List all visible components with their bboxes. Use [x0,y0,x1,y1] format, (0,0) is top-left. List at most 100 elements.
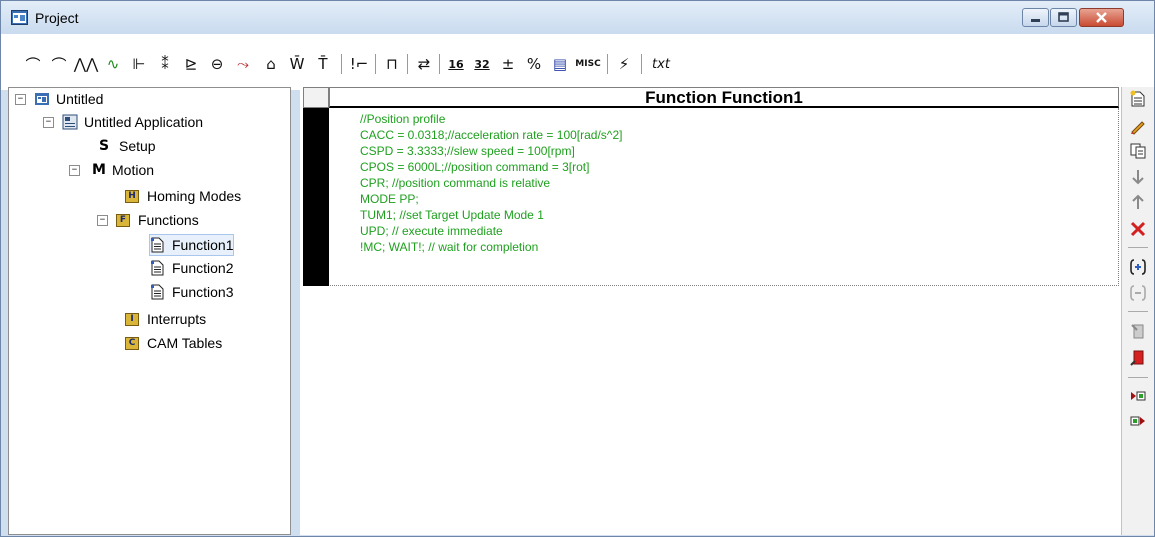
expander-icon[interactable]: − [15,93,26,105]
close-icon [1096,12,1107,23]
tree-item-homing-modes[interactable]: H Homing Modes [125,186,241,206]
expander-icon[interactable]: − [43,116,54,128]
contouring-button[interactable]: W̄ [285,52,309,76]
electronic-gearing-button[interactable]: ⁑ [153,52,177,76]
project-icon [35,93,49,105]
editor-corner [303,87,329,108]
assignment-32-button[interactable]: 32 [471,52,493,76]
function-document-icon [151,260,164,276]
test-button[interactable]: T̄ [311,52,335,76]
delete-button[interactable] [1122,217,1154,241]
move-down-button[interactable] [1122,165,1154,189]
jumps-calls-button[interactable]: ⊓ [381,52,403,76]
tree-label: Function3 [172,284,234,300]
code-line[interactable]: CACC = 0.0318;//acceleration rate = 100[… [360,127,622,143]
function-document-icon [151,237,164,253]
tree-item-function3[interactable]: Function3 [150,282,233,302]
functions-folder-icon: F [116,213,130,227]
misc-button[interactable]: MISC [573,52,603,76]
play-left-button[interactable] [1122,384,1154,408]
function-document-icon [151,284,164,300]
duplicate-button[interactable] [1122,139,1154,163]
electronic-camming-button[interactable]: ⊵ [179,52,203,76]
side-separator [1128,377,1148,378]
homing-button[interactable]: ⌂ [259,52,283,76]
tree-item-application[interactable]: − Untitled Application [43,112,203,132]
code-line[interactable]: MODE PP; [360,191,419,207]
play-right-button[interactable] [1122,409,1154,433]
tree-label: Untitled [56,91,104,107]
code-line[interactable]: TUM1; //set Target Update Mode 1 [360,207,544,223]
trapezoidal-profile-button[interactable]: ⌒ [21,52,45,76]
disabled-button[interactable] [1122,319,1154,343]
remove-call-icon [1130,285,1146,301]
toolbar-separator [439,54,440,74]
io-button[interactable]: ⇄ [413,52,435,76]
motion-icon: M [92,162,106,178]
remove-call-button[interactable] [1122,281,1154,305]
side-separator [1128,247,1148,248]
move-up-button[interactable] [1122,190,1154,214]
insert-call-button[interactable] [1122,255,1154,279]
code-line[interactable]: CPOS = 6000L;//position command = 3[rot] [360,159,589,175]
minimize-button[interactable] [1022,8,1049,27]
tree-item-untitled[interactable]: − Untitled [15,89,103,109]
pvt-profile-button[interactable]: ∿ [101,52,125,76]
tree-item-function1[interactable]: Function1 [149,234,235,256]
tree-item-interrupts[interactable]: I Interrupts [125,309,206,329]
tree-label: Untitled Application [84,114,204,130]
disabled-icon [1131,324,1144,339]
s-curve-profile-button[interactable]: ⌒ [47,52,71,76]
cam-tables-folder-icon: C [125,336,139,350]
tree-item-functions[interactable]: − F Functions [97,210,199,230]
maximize-icon [1058,12,1069,22]
tree-item-setup[interactable]: S Setup [99,136,156,156]
play-left-icon [1131,391,1146,401]
expander-icon[interactable]: − [69,164,80,176]
percent-button[interactable]: % [523,52,545,76]
move-up-icon [1132,194,1144,209]
tree-label: Interrupts [147,311,207,327]
events-button[interactable]: !⌐ [347,52,371,76]
toolbar-separator [641,54,642,74]
stop-button[interactable]: ⤳ [231,52,255,76]
tree-item-cam-tables[interactable]: C CAM Tables [125,333,222,353]
code-line[interactable]: !MC; WAIT!; // wait for completion [360,239,538,255]
data-transfer-button[interactable]: ▤ [549,52,571,76]
tree-item-motion[interactable]: − M Motion [69,160,154,180]
motion-toolbar: ⌒ ⌒ ⋀⋀ ∿ ⊩ ⁑ ⊵ ⊖ ⤳ ⌂ W̄ T̄ !⌐ ⊓ ⇄ 16 32 … [1,34,1154,90]
code-line[interactable]: CPR; //position command is relative [360,175,550,191]
tree-label: Function1 [172,237,234,253]
minimize-icon [1031,19,1040,22]
new-function-button[interactable] [1122,87,1154,111]
new-function-icon [1130,90,1145,107]
homing-folder-icon: H [125,189,139,203]
interrupts-folder-icon: I [125,312,139,326]
function-title: Function Function1 [329,87,1119,108]
code-line[interactable]: //Position profile [360,111,445,127]
toolbar-separator [407,54,408,74]
code-line[interactable]: CSPD = 3.3333;//slew speed = 100[rpm] [360,143,575,159]
free-text-button[interactable]: txt [647,52,675,76]
insert-call-icon [1130,259,1146,275]
external-button[interactable]: ⊩ [127,52,151,76]
tree-label: Setup [119,138,156,154]
move-down-icon [1132,170,1144,185]
maximize-button[interactable] [1050,8,1077,27]
red-doc-button[interactable] [1122,346,1154,370]
toolbar-separator [375,54,376,74]
close-button[interactable] [1079,8,1124,27]
code-line[interactable]: UPD; // execute immediate [360,223,503,239]
tree-item-function2[interactable]: Function2 [150,258,233,278]
title-bar[interactable]: Project [1,1,1154,34]
pt-profile-button[interactable]: ⋀⋀ [73,52,99,76]
expander-icon[interactable]: − [97,214,108,226]
application-icon [62,114,78,130]
code-area[interactable]: //Position profile CACC = 0.0318;//accel… [330,108,1119,286]
arithmetic-button[interactable]: ± [497,52,519,76]
tree-label: Function2 [172,260,234,276]
interrupt-button[interactable]: ⚡ [613,52,635,76]
assignment-16-button[interactable]: 16 [445,52,467,76]
edit-button[interactable] [1122,114,1154,138]
motor-commands-button[interactable]: ⊖ [205,52,229,76]
